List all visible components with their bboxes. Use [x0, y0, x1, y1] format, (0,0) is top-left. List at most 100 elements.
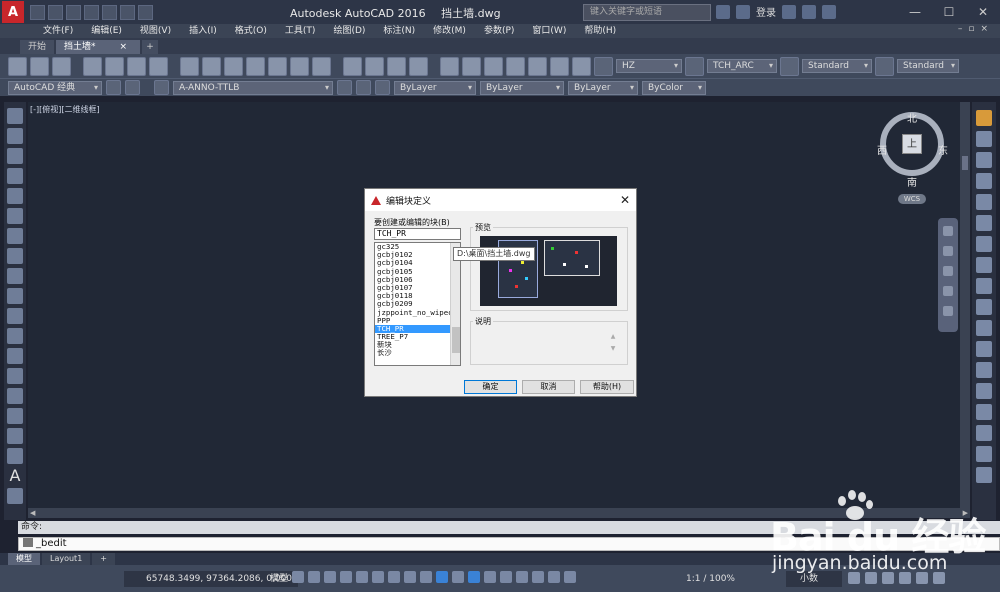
tool-palettes-icon[interactable]	[484, 56, 503, 76]
menu-help[interactable]: 帮助(H)	[575, 24, 625, 38]
hatch-icon[interactable]	[7, 388, 23, 404]
block-list-item[interactable]: gcbj0104	[375, 259, 460, 267]
dialog-close-icon[interactable]: ✕	[620, 193, 630, 207]
minimize-icon[interactable]: —	[898, 0, 932, 24]
make-block-icon[interactable]	[7, 348, 23, 364]
block-list-item-selected[interactable]: TCH_PR	[375, 324, 460, 334]
selection-cycling-icon[interactable]	[468, 571, 480, 583]
menu-file[interactable]: 文件(F)	[34, 24, 82, 38]
layer-select[interactable]: A-ANNO-TTLB	[173, 80, 333, 95]
maximize-icon[interactable]: ☐	[932, 0, 966, 24]
offset-icon[interactable]	[976, 173, 992, 189]
redo-toolbar-icon[interactable]	[312, 56, 331, 76]
ellipse-arc-icon[interactable]	[7, 308, 23, 324]
menu-format[interactable]: 格式(O)	[226, 24, 276, 38]
block-list-item[interactable]: TREE_P7	[375, 333, 460, 341]
markup-icon[interactable]	[528, 56, 547, 76]
scroll-left-icon[interactable]: ◀	[30, 508, 35, 518]
block-list-item[interactable]: gc325	[375, 243, 460, 251]
add-selected-icon[interactable]	[7, 488, 23, 504]
doc-window-controls[interactable]: –▫×	[958, 24, 994, 34]
make-current-layer-icon[interactable]	[337, 80, 352, 95]
viewport-controls-label[interactable]: [-][俯视][二维线框]	[30, 104, 100, 115]
plotstyle-select[interactable]: ByColor	[642, 80, 706, 95]
vertical-scrollbar[interactable]	[960, 102, 970, 508]
workspace-select[interactable]: AutoCAD 经典	[8, 80, 102, 95]
trim-icon[interactable]	[976, 299, 992, 315]
3d-print-icon[interactable]	[149, 56, 168, 76]
compass-north[interactable]: 北	[907, 110, 917, 125]
menu-edit[interactable]: 编辑(E)	[82, 24, 131, 38]
binoculars-icon[interactable]	[716, 4, 730, 19]
stretch-icon[interactable]	[976, 278, 992, 294]
transparency-icon[interactable]	[452, 571, 464, 583]
paste-icon[interactable]	[224, 56, 243, 76]
save-icon[interactable]	[66, 4, 81, 20]
nav-pan-icon[interactable]	[943, 246, 953, 256]
match-properties-icon[interactable]	[246, 56, 265, 76]
close-icon[interactable]: ✕	[966, 0, 1000, 24]
block-name-input[interactable]: TCH_PR	[374, 228, 461, 240]
calculator-icon[interactable]	[550, 56, 569, 76]
revision-cloud-icon[interactable]	[7, 248, 23, 264]
search-input[interactable]: 键入关键字或短语	[583, 4, 711, 21]
break-icon[interactable]	[976, 362, 992, 378]
line-icon[interactable]	[7, 108, 23, 124]
ortho-icon[interactable]	[356, 571, 368, 583]
snap-icon[interactable]	[308, 571, 320, 583]
explode-icon[interactable]	[976, 467, 992, 483]
help-toolbar-icon[interactable]	[572, 56, 591, 76]
help-button[interactable]: 帮助(H)	[580, 380, 634, 394]
model-space-button[interactable]: 模型	[270, 571, 290, 587]
application-menu-button[interactable]: A	[2, 1, 24, 23]
compass-east[interactable]: 东	[938, 142, 948, 157]
open-file-icon[interactable]	[30, 56, 49, 76]
dynamic-ucs-icon[interactable]	[500, 571, 512, 583]
extend-icon[interactable]	[976, 320, 992, 336]
layer-properties-icon[interactable]	[154, 80, 169, 95]
layer-previous-icon[interactable]	[356, 80, 371, 95]
join-icon[interactable]	[976, 383, 992, 399]
steering-wheel-icon[interactable]	[943, 226, 953, 236]
layer-manager-icon[interactable]	[125, 80, 140, 95]
rectangle-icon[interactable]	[7, 188, 23, 204]
dynamic-input-icon[interactable]	[340, 571, 352, 583]
color-select[interactable]: ByLayer	[394, 80, 476, 95]
table-icon[interactable]	[7, 448, 23, 464]
showmotion-icon[interactable]	[943, 306, 953, 316]
cut-icon[interactable]	[180, 56, 199, 76]
block-list-item[interactable]: jzppoint_no_wipeout	[375, 309, 460, 317]
blend-curves-icon[interactable]	[976, 446, 992, 462]
block-list-item[interactable]: gcbj0102	[375, 251, 460, 259]
copy-icon[interactable]	[202, 56, 221, 76]
chamfer-icon[interactable]	[976, 404, 992, 420]
block-list[interactable]: gc325 gcbj0102 gcbj0104 gcbj0105 gcbj010…	[374, 242, 461, 366]
menu-window[interactable]: 窗口(W)	[523, 24, 575, 38]
gizmo-icon[interactable]	[532, 571, 544, 583]
tab-layout1[interactable]: Layout1	[42, 553, 91, 565]
gradient-icon[interactable]	[7, 408, 23, 424]
multiline-text-icon[interactable]: A	[7, 468, 23, 484]
block-list-item[interactable]: 新块	[375, 341, 460, 349]
description-scroll-arrows[interactable]: ▲ ▼	[609, 331, 617, 357]
grid-icon[interactable]	[292, 571, 304, 583]
publish-icon[interactable]	[127, 56, 146, 76]
point-icon[interactable]	[7, 368, 23, 384]
sheet-set-icon[interactable]	[506, 56, 525, 76]
menu-dimension[interactable]: 标注(N)	[374, 24, 424, 38]
layer-state-icon[interactable]	[375, 80, 390, 95]
object-snap-icon[interactable]	[420, 571, 432, 583]
menu-tools[interactable]: 工具(T)	[276, 24, 325, 38]
save-file-icon[interactable]	[52, 56, 71, 76]
design-center-icon[interactable]	[462, 56, 481, 76]
zoom-window-icon[interactable]	[387, 56, 406, 76]
lineweight-select[interactable]: ByLayer	[568, 80, 638, 95]
menu-parametric[interactable]: 参数(P)	[475, 24, 523, 38]
menu-view[interactable]: 视图(V)	[131, 24, 180, 38]
polyline-icon[interactable]	[7, 148, 23, 164]
block-list-item[interactable]: gcbj0106	[375, 276, 460, 284]
erase-icon[interactable]	[976, 110, 992, 126]
new-icon[interactable]	[30, 4, 45, 20]
block-list-item[interactable]: 长沙	[375, 349, 460, 357]
rotate-icon[interactable]	[976, 236, 992, 252]
